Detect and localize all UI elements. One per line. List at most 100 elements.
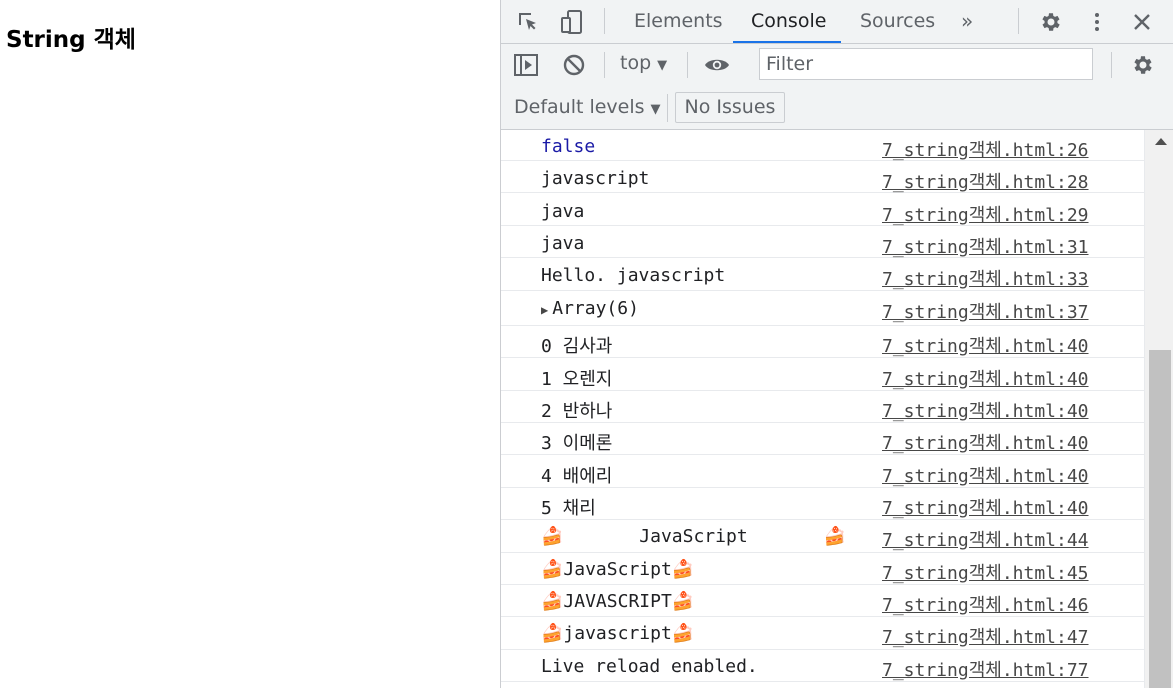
source-link[interactable]: 7_string객체.html:26	[882, 136, 1089, 162]
live-expression-eye-icon[interactable]	[703, 51, 731, 79]
source-link[interactable]: 7_string객체.html:31	[882, 233, 1089, 259]
tab-elements[interactable]: Elements	[634, 0, 723, 43]
dropdown-caret-icon: ▼	[650, 102, 661, 117]
console-message-row: java 7_string객체.html:29	[501, 193, 1144, 226]
source-link[interactable]: 7_string객체.html:47	[882, 623, 1089, 649]
tab-sources[interactable]: Sources	[860, 0, 935, 43]
inspect-element-icon[interactable]	[514, 8, 542, 36]
expand-triangle-icon[interactable]: ▶	[541, 303, 548, 317]
console-message-text: 🍰JavaScript🍰	[541, 559, 694, 580]
toolbar-divider	[604, 8, 605, 34]
toolbar-divider	[687, 52, 688, 78]
sidebar-toggle-icon[interactable]	[512, 51, 540, 79]
close-icon[interactable]	[1128, 8, 1156, 36]
console-message-text: 3 이메론	[541, 429, 612, 455]
page-title: String 객체	[6, 27, 136, 53]
console-message-row: 🍰JavaScript🍰 7_string객체.html:45	[501, 553, 1144, 585]
cake-emoji-icon: 🍰	[541, 623, 564, 644]
toolbar-divider	[667, 94, 668, 122]
console-text: Live reload enabled.	[541, 656, 758, 677]
page-content: String 객체	[0, 0, 500, 688]
console-text: JavaScript	[563, 526, 824, 547]
console-text: 4 배에리	[541, 466, 613, 487]
console-text: 5 채리	[541, 498, 596, 519]
context-label: top	[620, 52, 652, 74]
console-text: javascript	[541, 168, 650, 189]
settings-gear-icon[interactable]	[1036, 8, 1064, 36]
source-link[interactable]: 7_string객체.html:77	[882, 656, 1089, 682]
console-text: 1 오렌지	[541, 369, 613, 390]
cake-emoji-icon: 🍰	[541, 526, 564, 547]
source-link[interactable]: 7_string객체.html:33	[882, 265, 1089, 291]
source-link[interactable]: 7_string객체.html:29	[882, 201, 1089, 227]
issues-button[interactable]: No Issues	[675, 92, 785, 123]
source-link[interactable]: 7_string객체.html:40	[882, 429, 1089, 455]
cake-emoji-icon: 🍰	[671, 559, 695, 580]
console-message-text: javascript	[541, 168, 649, 189]
console-message-text: 0 김사과	[541, 332, 612, 358]
source-link[interactable]: 7_string객체.html:37	[882, 298, 1089, 324]
active-tab-indicator	[733, 41, 841, 43]
console-message-row: java 7_string객체.html:31	[501, 226, 1144, 258]
console-text: 0 김사과	[541, 336, 613, 357]
console-message-text: 4 배에리	[541, 462, 612, 488]
console-text: java	[541, 201, 585, 222]
log-levels-dropdown[interactable]: Default levels ▼	[514, 96, 661, 118]
device-toolbar-icon[interactable]	[558, 8, 586, 36]
source-link[interactable]: 7_string객체.html:28	[882, 168, 1089, 194]
more-options-icon[interactable]	[1083, 8, 1111, 36]
cake-emoji-icon: 🍰	[671, 623, 695, 644]
console-message-row: 3 이메론 7_string객체.html:40	[501, 423, 1144, 455]
source-link[interactable]: 7_string객체.html:40	[882, 462, 1089, 488]
toolbar-divider	[1111, 52, 1112, 78]
console-settings-gear-icon[interactable]	[1128, 51, 1156, 79]
console-message-text: 🍰javascript🍰	[541, 623, 694, 644]
console-text: JAVASCRIPT	[563, 591, 672, 612]
console-message-row: Live reload enabled. 7_string객체.html:77	[501, 650, 1144, 682]
console-message-text: java	[541, 201, 584, 222]
cake-emoji-icon: 🍰	[671, 591, 695, 612]
tab-console[interactable]: Console	[751, 0, 826, 43]
console-message-row: 1 오렌지 7_string객체.html:40	[501, 358, 1144, 391]
filter-input[interactable]	[759, 48, 1093, 80]
console-message-text: 2 반하나	[541, 397, 612, 423]
console-scrollbar[interactable]	[1144, 130, 1173, 688]
scroll-up-arrow-icon[interactable]	[1155, 138, 1167, 145]
console-message-row: javascript 7_string객체.html:28	[501, 161, 1144, 193]
console-message-text: 🍰 JavaScript 🍰	[541, 526, 846, 547]
console-message-text: 🍰JAVASCRIPT🍰	[541, 591, 694, 612]
console-message-row: 🍰 JavaScript 🍰 7_string객체.html:44	[501, 520, 1144, 553]
source-link[interactable]: 7_string객체.html:40	[882, 494, 1089, 520]
console-message-text: 5 채리	[541, 494, 596, 520]
clear-console-icon[interactable]	[560, 51, 588, 79]
console-text: javascript	[563, 623, 672, 644]
cake-emoji-icon: 🍰	[823, 526, 846, 547]
console-message-text: Live reload enabled.	[541, 656, 758, 677]
console-message-row: ▶ Array(6) 7_string객체.html:37	[501, 291, 1144, 326]
console-message-row: 0 김사과 7_string객체.html:40	[501, 326, 1144, 358]
devtools-tabbar: Elements Console Sources »	[501, 0, 1173, 44]
source-link[interactable]: 7_string객체.html:46	[882, 591, 1089, 617]
console-text: Hello. javascript	[541, 265, 726, 286]
source-link[interactable]: 7_string객체.html:45	[882, 559, 1089, 585]
console-message-text: Hello. javascript	[541, 265, 725, 286]
console-text: false	[541, 136, 596, 157]
console-message-row: 🍰javascript🍰 7_string객체.html:47	[501, 617, 1144, 650]
console-toolbar: top ▼ Default levels ▼ No Issues	[501, 44, 1173, 130]
scrollbar-thumb[interactable]	[1149, 350, 1171, 688]
console-message-row: 4 배에리 7_string객체.html:40	[501, 455, 1144, 488]
source-link[interactable]: 7_string객체.html:40	[882, 365, 1089, 391]
console-output: false 7_string객체.html:26 javascript 7_strin…	[501, 130, 1144, 688]
toolbar-divider	[1018, 8, 1019, 34]
more-tabs-button[interactable]: »	[961, 0, 973, 43]
log-levels-label: Default levels	[514, 96, 645, 118]
dropdown-caret-icon: ▼	[657, 58, 668, 73]
console-message-row: 5 채리 7_string객체.html:40	[501, 488, 1144, 520]
context-selector[interactable]: top ▼	[620, 52, 667, 74]
console-text: 2 반하나	[541, 401, 613, 422]
array-expander[interactable]: ▶ Array(6)	[541, 298, 639, 319]
source-link[interactable]: 7_string객체.html:40	[882, 332, 1089, 358]
source-link[interactable]: 7_string객체.html:44	[882, 526, 1089, 552]
source-link[interactable]: 7_string객체.html:40	[882, 397, 1089, 423]
toolbar-divider	[604, 52, 605, 78]
